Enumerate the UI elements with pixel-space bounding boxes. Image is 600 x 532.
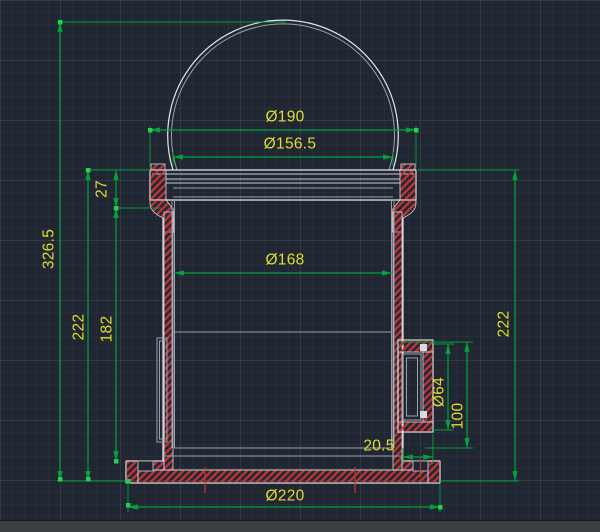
dim-text-100[interactable]: 100 bbox=[450, 403, 467, 430]
lid-section-right bbox=[400, 170, 416, 200]
clamp-tab-left bbox=[151, 164, 165, 170]
dimension-dia168[interactable]: Ø168 bbox=[174, 252, 392, 274]
side-boss-connector[interactable] bbox=[398, 340, 433, 432]
dimension-100[interactable]: 100 bbox=[450, 342, 468, 448]
dim-text-dia220[interactable]: Ø220 bbox=[265, 488, 304, 505]
vessel-walls[interactable] bbox=[163, 200, 403, 470]
dimension-dia220[interactable]: Ø220 bbox=[128, 488, 440, 508]
dim-text-dia190[interactable]: Ø190 bbox=[265, 109, 304, 126]
dimension-dia156-5[interactable]: Ø156.5 bbox=[173, 136, 393, 158]
lid-clamp-ring[interactable] bbox=[150, 164, 416, 200]
dimension-326-5[interactable]: 326.5 bbox=[41, 22, 61, 481]
window-bottom-edge bbox=[0, 520, 600, 532]
dimension-182[interactable]: 182 bbox=[99, 208, 117, 461]
boss-oring-upper bbox=[420, 344, 427, 351]
dimension-222-right[interactable]: 222 bbox=[496, 170, 516, 481]
dim-text-dia168[interactable]: Ø168 bbox=[265, 252, 304, 269]
dim-text-dia156-5[interactable]: Ø156.5 bbox=[264, 136, 317, 153]
drawing-viewport[interactable]: 326.5 222 182 27 222 Ø64 100 Ø190 Ø156.5… bbox=[0, 0, 600, 532]
boss-oring-lower bbox=[420, 411, 427, 418]
dim-text-326-5[interactable]: 326.5 bbox=[41, 229, 58, 269]
dim-text-222-left[interactable]: 222 bbox=[71, 314, 88, 341]
dim-text-20-5[interactable]: 20.5 bbox=[363, 438, 394, 455]
dimension-222-left[interactable]: 222 bbox=[71, 170, 89, 481]
cad-canvas[interactable]: 326.5 222 182 27 222 Ø64 100 Ø190 Ø156.5… bbox=[0, 0, 600, 532]
dim-text-27[interactable]: 27 bbox=[94, 180, 111, 198]
dim-text-182[interactable]: 182 bbox=[99, 316, 116, 343]
lid-section-left bbox=[150, 170, 166, 200]
bolt-recess-left bbox=[138, 461, 153, 471]
dimension-dia190[interactable]: Ø190 bbox=[150, 109, 416, 131]
dimension-27[interactable]: 27 bbox=[94, 170, 117, 208]
boss-bore bbox=[403, 354, 421, 420]
clamp-tab-right bbox=[401, 164, 415, 170]
dim-text-222-right[interactable]: 222 bbox=[496, 311, 513, 338]
dim-text-dia64[interactable]: Ø64 bbox=[431, 377, 448, 407]
neck-shoulder[interactable] bbox=[150, 200, 416, 232]
